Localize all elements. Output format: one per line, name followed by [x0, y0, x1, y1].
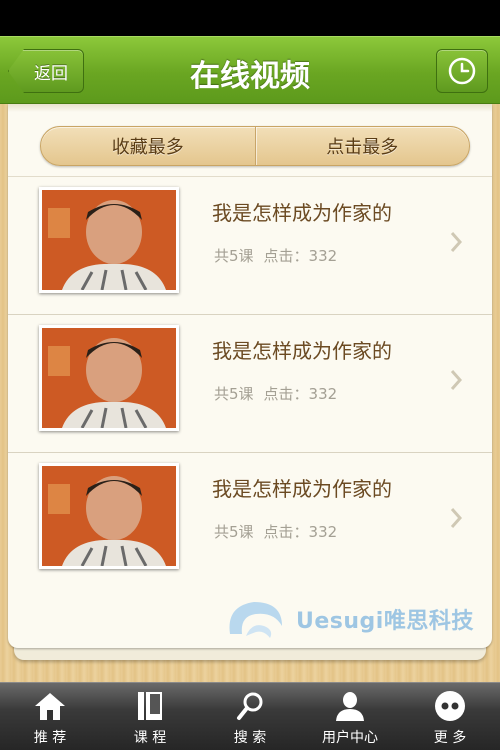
lesson-count: 共5课: [214, 523, 254, 541]
chevron-right-icon: [450, 370, 462, 390]
video-title: 我是怎样成为作家的: [212, 477, 392, 501]
click-count: 点击：332: [263, 385, 338, 403]
content-panel: 收藏最多 点击最多 我是怎样成为作家的 共5课 点击：332 我是怎样成为作家的…: [8, 104, 492, 648]
nav-bar: 返回 在线视频: [0, 36, 500, 104]
status-bar: [0, 0, 500, 36]
tab-label: 搜 索: [233, 730, 267, 746]
video-list-item[interactable]: 我是怎样成为作家的 共5课 点击：332: [8, 314, 492, 452]
tab-recommend[interactable]: 推 荐: [0, 683, 100, 750]
clock-icon: [448, 57, 476, 85]
video-title: 我是怎样成为作家的: [212, 339, 392, 363]
chevron-right-icon: [450, 232, 462, 252]
lesson-count: 共5课: [214, 247, 254, 265]
tab-label: 课 程: [133, 730, 167, 746]
tab-search[interactable]: 搜 索: [200, 683, 300, 750]
tab-label: 更 多: [433, 730, 467, 746]
page-title: 在线视频: [190, 59, 310, 94]
click-count: 点击：332: [263, 247, 338, 265]
video-list-item[interactable]: 我是怎样成为作家的 共5课 点击：332: [8, 176, 492, 314]
tab-label: 推 荐: [33, 730, 67, 746]
chevron-right-icon: [450, 508, 462, 528]
video-thumbnail: [39, 187, 179, 293]
tab-more[interactable]: 更 多: [400, 683, 500, 750]
home-icon: [35, 693, 65, 720]
lesson-count: 共5课: [214, 385, 254, 403]
video-meta: 共5课 点击：332: [214, 245, 337, 266]
video-meta: 共5课 点击：332: [214, 383, 337, 404]
tab-courses[interactable]: 课 程: [100, 683, 200, 750]
user-icon: [336, 692, 364, 721]
sort-segmented-control: 收藏最多 点击最多: [40, 126, 470, 166]
video-thumbnail: [39, 325, 179, 431]
tab-user-center[interactable]: 用户中心: [300, 683, 400, 750]
tab-label: 用户中心: [322, 730, 378, 746]
video-meta: 共5课 点击：332: [214, 521, 337, 542]
book-icon: [138, 692, 162, 720]
click-count: 点击：332: [263, 523, 338, 541]
video-title: 我是怎样成为作家的: [212, 201, 392, 225]
video-thumbnail: [39, 463, 179, 569]
history-button[interactable]: [436, 49, 488, 93]
segment-most-clicked[interactable]: 点击最多: [256, 127, 470, 165]
company-watermark: Uesugi唯思科技: [224, 596, 474, 642]
video-list: 我是怎样成为作家的 共5课 点击：332 我是怎样成为作家的 共5课 点击：33…: [8, 176, 492, 590]
video-list-item[interactable]: 我是怎样成为作家的 共5课 点击：332: [8, 452, 492, 590]
more-icon: [435, 691, 465, 721]
tab-bar: 推 荐 课 程 搜 索 用户中心 更 多: [0, 682, 500, 750]
search-icon: [237, 692, 263, 720]
segment-most-favorited[interactable]: 收藏最多: [41, 127, 255, 165]
company-logo-icon: [229, 602, 282, 638]
watermark-text: Uesugi唯思科技: [296, 609, 474, 634]
